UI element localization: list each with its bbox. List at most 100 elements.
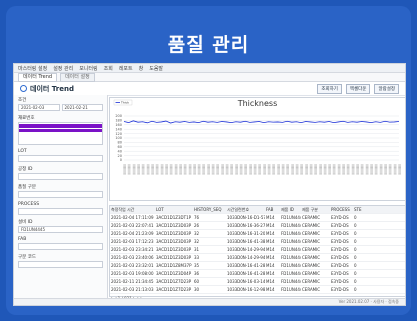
group-select[interactable] <box>18 261 103 268</box>
table-row[interactable]: 2021-02-04 17:11:09 3ACD1D1Z3DT1P 76 1033D0… <box>110 214 405 222</box>
process-input[interactable] <box>18 173 103 180</box>
table-cell: 0 <box>354 215 357 220</box>
menu-item[interactable]: 모니터링 <box>79 65 97 72</box>
selected-item[interactable] <box>19 124 102 128</box>
tab-trend[interactable]: 데이터 Trend <box>18 72 58 82</box>
table-cell: 0 <box>354 255 357 260</box>
table-cell: 2021-02-03 21:13:03 <box>111 287 154 292</box>
table-cell: E3YD-DS <box>331 255 349 260</box>
table-row[interactable]: 2021-02-03 21:13:03 3ACD1D1Z7D23P 30 1033D0… <box>110 286 405 294</box>
x-tick-label: |||||||||||| <box>216 164 220 175</box>
x-tick-label: |||||||||||| <box>258 164 262 175</box>
column-header[interactable]: 측정작업 시간 <box>110 206 155 213</box>
x-tick-label: |||||||||||| <box>319 164 323 175</box>
table-cell: 1033D0N-16-31-2061 <box>227 231 265 236</box>
table-cell: E3YD-DS <box>331 263 349 268</box>
table-row[interactable]: 2021-02-03 19:08:00 3ACD1D1Z3D04P 36 1033D0… <box>110 270 405 278</box>
table-row[interactable]: 2021-02-03 17:12:23 3ACD1D1Z3D03P 32 1033D0… <box>110 238 405 246</box>
table-cell: 0 <box>354 223 357 228</box>
table-cell: 1033D0N-16-41-2836 <box>227 271 265 276</box>
alarm-button[interactable]: 알람설정 <box>374 83 399 94</box>
table-row[interactable]: 2021-02-04 21:23:09 3ACD1D1Z3D03P 32 1033D0… <box>110 230 405 238</box>
menu-item[interactable]: 조회 <box>104 65 113 72</box>
equip-input[interactable]: FD1UN4445 <box>18 226 103 233</box>
table-cell: CERAMIC <box>302 247 321 252</box>
x-tick-label: |||||||||||| <box>249 164 253 175</box>
table-cell: E3YD-DS <box>331 287 349 292</box>
tab-settings[interactable]: 데이터 설정 <box>60 72 95 82</box>
table-cell: 1033D0N-16-41-2818 <box>227 263 265 268</box>
menu-item[interactable]: 레포트 <box>119 65 133 72</box>
column-header[interactable]: STE <box>353 206 366 213</box>
x-tick-label: |||||||||||| <box>305 164 309 175</box>
y-tick-label: 80 <box>118 141 122 145</box>
selected-item[interactable] <box>19 129 102 132</box>
x-tick-label: |||||||||||| <box>370 164 374 175</box>
column-header[interactable]: HISTORY_SEQ <box>193 206 226 213</box>
x-tick-label: |||||||||||| <box>314 164 318 175</box>
lot-input[interactable] <box>18 155 103 162</box>
x-tick-label: |||||||||||| <box>347 164 351 175</box>
x-tick-label: |||||||||||| <box>170 164 174 175</box>
table-row[interactable]: 2021-02-03 22:07:41 3ACD1D1Z3D03P 26 1033D0… <box>110 222 405 230</box>
table-row[interactable]: 2021-02-03 23:34:21 3ACD1D1Z3D03P 31 1033D0… <box>110 246 405 254</box>
x-tick-label: |||||||||||| <box>160 164 164 175</box>
menu-item[interactable]: 도움말 <box>149 65 163 72</box>
x-tick-label: |||||||||||| <box>188 164 192 175</box>
table-cell: FD1UN4445 <box>281 223 301 228</box>
table-cell: E3YD-DS <box>331 223 349 228</box>
column-header[interactable]: 시간일련번호 <box>226 206 265 213</box>
statusbar: Ver 2021.02.07 · 사용자 · 접속중 <box>14 298 405 305</box>
x-tick-label: |||||||||||| <box>389 164 393 175</box>
search-button[interactable]: 조회하기 <box>317 83 342 94</box>
excel-button[interactable]: 엑셀다운 <box>345 83 371 94</box>
process2-label: PROCESS <box>18 202 40 207</box>
table-cell: CERAMIC <box>302 239 321 244</box>
y-tick-label: 160 <box>115 123 122 127</box>
x-tick-label: |||||||||||| <box>156 164 160 175</box>
column-header[interactable]: LOT <box>155 206 193 213</box>
material-listbox[interactable] <box>18 122 103 145</box>
table-row[interactable]: 2021-02-11 21:34:45 3ACD1D1Z7D23P 60 1033D0… <box>110 278 405 286</box>
fab-select[interactable] <box>18 243 103 250</box>
legend-label: Thick <box>120 101 129 105</box>
process2-select[interactable] <box>18 208 103 215</box>
table-cell: FD1UN4445 <box>281 279 301 284</box>
column-header[interactable]: 제품 ID <box>280 206 301 213</box>
table-cell: 3ACD1D1Z3D03P <box>156 255 192 260</box>
x-tick-label: |||||||||||| <box>328 164 332 175</box>
x-tick-label: |||||||||||| <box>281 164 285 175</box>
menu-item[interactable]: 창 <box>139 65 144 72</box>
table-cell: M14 <box>266 239 275 244</box>
table-cell: 3ACD1D1Z7D23P <box>156 279 192 284</box>
x-tick-label: |||||||||||| <box>300 164 304 175</box>
table-cell: M14 <box>266 247 275 252</box>
x-tick-label: |||||||||||| <box>146 164 150 175</box>
table-cell: FD1UN4445 <box>281 271 301 276</box>
series-line <box>123 120 400 124</box>
table-body: 2021-02-04 17:11:09 3ACD1D1Z3DT1P 76 1033D0… <box>110 214 405 294</box>
type-select[interactable] <box>18 191 103 198</box>
table-row[interactable]: 2021-02-03 23:40:06 3ACD1D1Z3D03P 33 1033D0… <box>110 254 405 262</box>
page-title: 데이터 Trend <box>30 84 74 93</box>
x-tick-label: |||||||||||| <box>226 164 230 175</box>
menu-item[interactable]: 마스터링 설정 <box>18 65 47 72</box>
x-tick-label: |||||||||||| <box>123 164 127 175</box>
table-cell: M14 <box>266 287 275 292</box>
date-to-input[interactable]: 2021-02-21 <box>61 104 103 111</box>
column-header[interactable]: PROCESS <box>330 206 353 213</box>
x-tick-label: |||||||||||| <box>342 164 346 175</box>
x-tick-label: |||||||||||| <box>286 164 290 175</box>
x-tick-label: |||||||||||| <box>128 164 132 175</box>
y-tick-label: 180 <box>115 119 122 123</box>
column-header[interactable]: FAB <box>265 206 280 213</box>
column-header[interactable]: 제품 구분 <box>301 206 330 213</box>
table-row[interactable]: 2021-02-03 23:32:01 3ACD1D1Z8M37P 35 1033D0… <box>110 262 405 270</box>
x-tick-label: |||||||||||| <box>235 164 239 175</box>
table-cell: 3ACD1D1Z3D04P <box>156 271 192 276</box>
y-tick-label: 20 <box>118 154 122 158</box>
date-from-input[interactable]: 2021-02-03 <box>18 104 60 111</box>
page-header: 데이터 Trend 조회하기 엑셀다운 알람설정 <box>14 82 405 96</box>
search-icon <box>20 85 27 92</box>
menu-item[interactable]: 설정 관리 <box>53 65 73 72</box>
